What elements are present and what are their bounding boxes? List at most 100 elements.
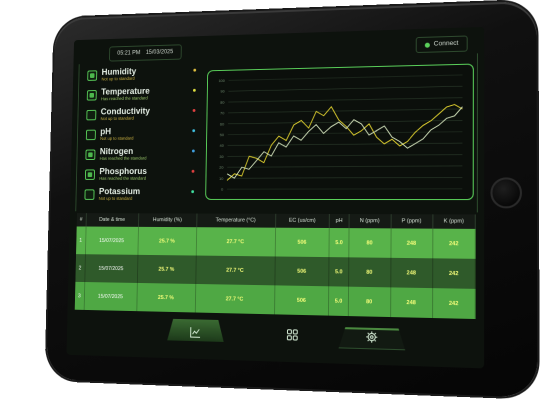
column-header: Temperature (°C)	[196, 213, 276, 228]
table-cell: 15/07/2025	[85, 226, 139, 255]
frame-line-left	[75, 64, 81, 212]
table-cell: 242	[432, 228, 476, 259]
metric-item-nitrogen[interactable]: Nitrogen Has reached the standard	[84, 146, 201, 164]
gridline	[228, 86, 462, 91]
table-cell: 506	[274, 285, 329, 316]
metric-item-humidity[interactable]: Humidity Not up to standard	[85, 65, 201, 85]
datetime-display: 05:21 PM 15/03/2025	[109, 44, 182, 62]
line-chart-panel: 0 10 20 30 40 50 60 70 80 90 100	[205, 63, 474, 201]
date-text: 15/03/2025	[145, 49, 174, 56]
grid-icon	[286, 329, 298, 341]
home-button[interactable]	[490, 177, 523, 209]
metric-checkbox[interactable]	[84, 169, 95, 180]
column-header: #	[76, 213, 87, 227]
bottom-nav	[139, 316, 411, 354]
table-cell: 242	[432, 258, 476, 289]
table-cell: 25.7 %	[137, 254, 197, 284]
metric-status: Has reached the standard	[100, 95, 148, 102]
y-tick-label: 80	[220, 101, 224, 105]
top-bar: 05:21 PM 15/03/2025 Connect	[82, 33, 474, 62]
gridline	[228, 143, 463, 145]
chart-icon	[190, 326, 201, 338]
table-cell: 27.7 °C	[195, 255, 275, 286]
table-cell: 27.7 °C	[196, 227, 276, 257]
table-cell: 80	[348, 257, 391, 288]
column-header: P (ppm)	[390, 214, 433, 229]
connect-button[interactable]: Connect	[415, 35, 468, 54]
metric-name: Phosphorus	[99, 166, 148, 177]
table-cell: 25.7 %	[137, 226, 197, 256]
metric-checkbox[interactable]	[84, 189, 95, 200]
metric-status: Not up to standard	[100, 135, 134, 141]
gridline	[228, 109, 462, 113]
nav-chart-button[interactable]	[185, 321, 206, 343]
metric-color-dot	[191, 190, 195, 194]
metric-name: Potassium	[98, 186, 141, 197]
nav-grid-button[interactable]	[281, 324, 303, 347]
tablet-frame: 05:21 PM 15/03/2025 Connect Humidity Not …	[46, 0, 538, 398]
gridline	[227, 177, 462, 178]
line-chart: 0 10 20 30 40 50 60 70 80 90 100	[219, 65, 473, 192]
metric-checkbox[interactable]	[87, 70, 98, 81]
metric-item-phosphorus[interactable]: Phosphorus Has reached the standard	[83, 166, 200, 184]
gridline	[229, 75, 463, 80]
metric-status: Not up to standard	[100, 115, 134, 122]
y-tick-label: 70	[220, 111, 224, 115]
column-header: Date & time	[85, 213, 139, 227]
metric-item-temperature[interactable]: Temperature Has reached the standard	[85, 85, 202, 105]
metric-status: Has reached the standard	[99, 175, 147, 181]
time-text: 05:21 PM	[117, 50, 141, 57]
metric-item-ph[interactable]: pH Not up to standard	[84, 125, 201, 144]
table-cell: 5.0	[328, 257, 349, 287]
metric-list: Humidity Not up to standard Temperature Has…	[82, 65, 201, 210]
column-header: Humidity (%)	[138, 213, 197, 228]
column-header: EC (us/cm)	[275, 213, 330, 229]
table-cell: 242	[432, 288, 476, 320]
y-tick-label: 40	[220, 144, 224, 148]
column-header: K (ppm)	[432, 214, 476, 229]
y-tick-label: 50	[220, 133, 224, 137]
gear-icon	[366, 331, 378, 344]
table-cell: 25.7 %	[136, 282, 196, 313]
metric-checkbox[interactable]	[85, 129, 96, 141]
y-tick-label: 60	[220, 122, 224, 126]
app-screen: 05:21 PM 15/03/2025 Connect Humidity Not …	[66, 26, 485, 369]
table-cell: 15/07/2025	[83, 282, 138, 312]
y-tick-label: 20	[219, 166, 223, 170]
metric-checkbox[interactable]	[85, 149, 96, 161]
y-tick-label: 90	[220, 90, 224, 94]
series-line-2	[227, 107, 462, 179]
y-tick-label: 100	[219, 79, 225, 83]
frame-line-right	[475, 53, 478, 213]
metric-status: Has reached the standard	[99, 155, 147, 161]
series-line-1	[227, 104, 462, 180]
table-cell: 80	[348, 286, 391, 318]
connection-status-icon	[424, 42, 430, 48]
table-cell: 506	[274, 227, 330, 258]
table-cell: 506	[274, 256, 330, 287]
table-cell: 5.0	[329, 228, 349, 258]
readings-table: # Date & time Humidity (%) Temperature (°C)…	[74, 213, 476, 320]
metric-checkbox[interactable]	[86, 109, 97, 121]
column-header: N (ppm)	[348, 214, 391, 229]
y-tick-label: 10	[219, 177, 223, 181]
column-header: pH	[329, 213, 349, 229]
table-cell: 27.7 °C	[195, 283, 275, 315]
metric-item-conductivity[interactable]: Conductivity Not up to standard	[84, 105, 201, 124]
metric-checkbox[interactable]	[86, 90, 97, 101]
metric-status: Not up to standard	[101, 75, 135, 82]
table-cell: 80	[348, 228, 391, 258]
gridline	[228, 98, 462, 102]
table-cell: 248	[390, 228, 433, 259]
table-cell: 248	[390, 257, 433, 289]
metric-item-potassium[interactable]: Potassium Not up to standard	[83, 186, 200, 204]
scene: 05:21 PM 15/03/2025 Connect Humidity Not …	[0, 0, 548, 401]
table-row[interactable]: 3 15/07/2025 25.7 % 27.7 °C 506 5.0 80 248 242	[74, 281, 476, 320]
gridline	[227, 166, 462, 167]
table-cell: 248	[390, 287, 433, 319]
connect-label: Connect	[433, 39, 459, 48]
y-tick-label: 30	[219, 155, 223, 159]
table-cell: 15/07/2025	[84, 254, 138, 283]
nav-settings-button[interactable]	[361, 326, 383, 349]
y-tick-label: 0	[221, 188, 223, 192]
